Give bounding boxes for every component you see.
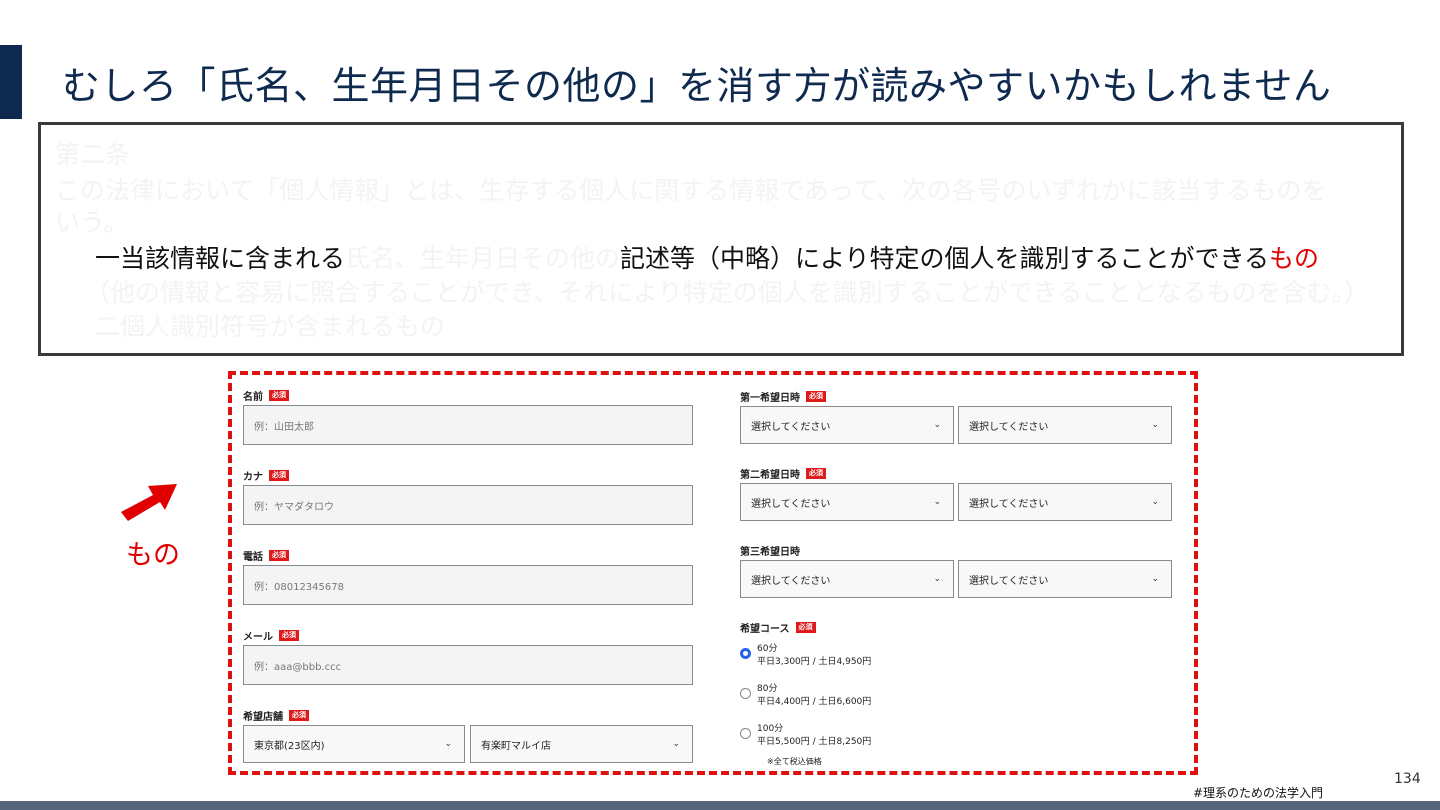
bottom-bar: [0, 801, 1440, 810]
arrow-up-right-icon: [115, 478, 185, 526]
law-item-two: 二個人識別符号が含まれるもの: [95, 312, 446, 341]
law-definition-line: この法律において「個人情報」とは、生存する個人に関する情報であって、次の各号のい…: [55, 176, 1327, 205]
law-item-one: 一当該情報に含まれる氏名、生年月日その他の記述等（中略）により特定の個人を識別す…: [95, 243, 1319, 275]
page-number: 134: [1394, 771, 1421, 787]
law-item-one-continuation: （他の情報と容易に照合することができ、それにより特定の個人を識別することができる…: [85, 278, 1370, 307]
law-item-one-removed-phrase: 氏名、生年月日その他の: [345, 244, 621, 273]
highlight-dashed-frame: [228, 371, 1198, 775]
law-article-number: 第二条: [55, 140, 131, 169]
title-accent-bar: [0, 45, 22, 119]
annotation-label: もの: [126, 540, 180, 571]
footer-hashtag: #理系のための法学入門: [1193, 786, 1324, 800]
law-item-one-body: 記述等（中略）により特定の個人を識別することができる: [620, 244, 1270, 273]
slide-title: むしろ「氏名、生年月日その他の」を消す方が読みやすいかもしれません: [62, 64, 1332, 108]
law-definition-line-end: いう。: [55, 208, 129, 237]
law-item-one-prefix: 一当該情報に含まれる: [95, 244, 346, 273]
law-item-one-emphasis: もの: [1269, 244, 1320, 273]
law-text-box: 第二条 この法律において「個人情報」とは、生存する個人に関する情報であって、次の…: [38, 122, 1404, 356]
